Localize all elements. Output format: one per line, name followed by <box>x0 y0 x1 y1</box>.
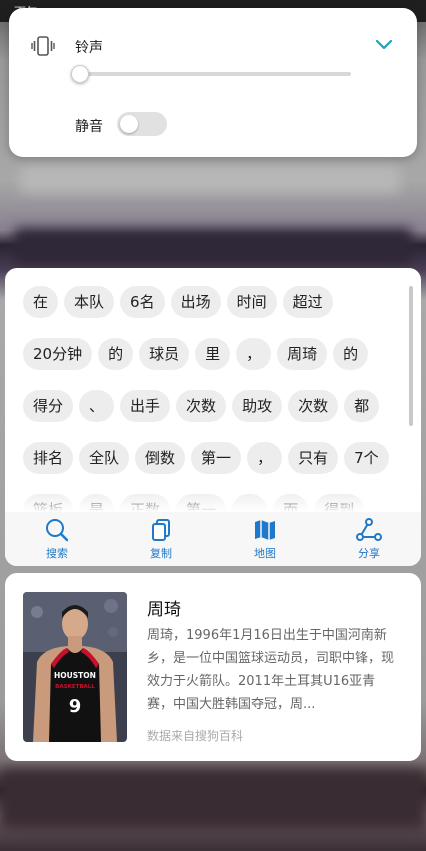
word-chip[interactable]: 出手 <box>120 390 171 422</box>
entry-description: 周琦，1996年1月16日出生于中国河南新乡，是一位中国篮球运动员，司职中锋，现… <box>147 628 395 712</box>
ringtone-slider-knob[interactable] <box>71 65 89 83</box>
word-chip[interactable]: 时间 <box>226 286 277 318</box>
word-chip[interactable]: 的 <box>98 338 134 370</box>
map-label: 地图 <box>254 547 276 560</box>
search-button[interactable]: 搜索 <box>5 512 109 566</box>
word-chip[interactable]: 都 <box>344 390 380 422</box>
encyclopedia-card[interactable]: HOUSTON BASKETBALL 9 周琦 周琦，1996年1月16日出生于… <box>5 573 421 761</box>
word-chip[interactable]: ， <box>247 442 283 474</box>
word-segment-card: 在本队 6名 出场 时间 超过 20分钟的球员里，周琦的得分、出手 次数 助攻 次数都排名 全队倒… <box>5 268 421 566</box>
copy-icon <box>152 519 170 541</box>
fade-overlay <box>5 490 421 512</box>
copy-button[interactable]: 复制 <box>109 512 213 566</box>
word-row: 得分、出手 次数 助攻 次数都 <box>23 390 385 424</box>
word-chip[interactable]: 里 <box>195 338 231 370</box>
jersey-subtext: BASKETBALL <box>55 684 95 690</box>
mute-toggle[interactable] <box>117 112 167 136</box>
word-chip[interactable]: 助攻 <box>232 390 283 422</box>
word-chip[interactable]: 、 <box>79 390 115 422</box>
map-icon <box>255 520 275 540</box>
word-chip[interactable]: ， <box>236 338 272 370</box>
share-button[interactable]: 分享 <box>317 512 421 566</box>
word-row: 排名 全队 倒数 第一，只有 7个 <box>23 442 395 476</box>
vibrate-icon <box>31 36 55 56</box>
word-chip[interactable]: 6名 <box>120 286 165 318</box>
mute-label: 静音 <box>75 119 103 135</box>
volume-panel: 铃声 静音 <box>9 8 417 157</box>
search-label: 搜索 <box>46 547 68 560</box>
scrollbar[interactable] <box>409 286 413 426</box>
jersey-number: 9 <box>69 696 82 717</box>
chevron-down-icon[interactable] <box>375 38 393 52</box>
map-button[interactable]: 地图 <box>213 512 317 566</box>
word-chip[interactable]: 本队 <box>64 286 115 318</box>
word-chip[interactable]: 全队 <box>79 442 130 474</box>
word-chip[interactable]: 只有 <box>288 442 339 474</box>
word-chip[interactable]: 倒数 <box>135 442 186 474</box>
search-icon <box>46 519 69 542</box>
word-chip[interactable]: 在 <box>23 286 59 318</box>
copy-label: 复制 <box>150 547 172 560</box>
background-blur <box>0 770 426 830</box>
entry-source: 数据来自搜狗百科 <box>147 729 244 743</box>
word-chip[interactable]: 出场 <box>170 286 221 318</box>
player-photo[interactable]: HOUSTON BASKETBALL 9 <box>23 592 127 742</box>
word-chip[interactable]: 次数 <box>176 390 227 422</box>
word-chip[interactable]: 超过 <box>282 286 333 318</box>
share-label: 分享 <box>358 547 380 560</box>
word-chip[interactable]: 得分 <box>23 390 74 422</box>
jersey-text: HOUSTON <box>54 671 96 680</box>
word-chip[interactable]: 20分钟 <box>23 338 93 370</box>
word-chip-area[interactable]: 在本队 6名 出场 时间 超过 20分钟的球员里，周琦的得分、出手 次数 助攻 次数都排名 全队倒… <box>5 268 421 512</box>
word-chip[interactable]: 球员 <box>139 338 190 370</box>
ringtone-label: 铃声 <box>75 40 103 56</box>
background-blur <box>14 228 412 264</box>
ringtone-slider-track[interactable] <box>81 72 351 76</box>
action-bar: 搜索 复制 地图 分享 <box>5 512 421 566</box>
word-chip[interactable]: 周琦 <box>277 338 328 370</box>
word-row: 20分钟的球员里，周琦的 <box>23 338 374 372</box>
word-chip[interactable]: 排名 <box>23 442 74 474</box>
word-row: 在本队 6名 出场 时间 超过 <box>23 286 339 320</box>
entry-title: 周琦 <box>147 600 181 620</box>
word-chip[interactable]: 7个 <box>344 442 389 474</box>
word-chip[interactable]: 的 <box>333 338 369 370</box>
mute-toggle-knob <box>120 115 138 133</box>
share-icon <box>356 518 382 541</box>
background-blur <box>20 165 400 193</box>
word-chip[interactable]: 第一 <box>191 442 242 474</box>
word-chip[interactable]: 次数 <box>288 390 339 422</box>
